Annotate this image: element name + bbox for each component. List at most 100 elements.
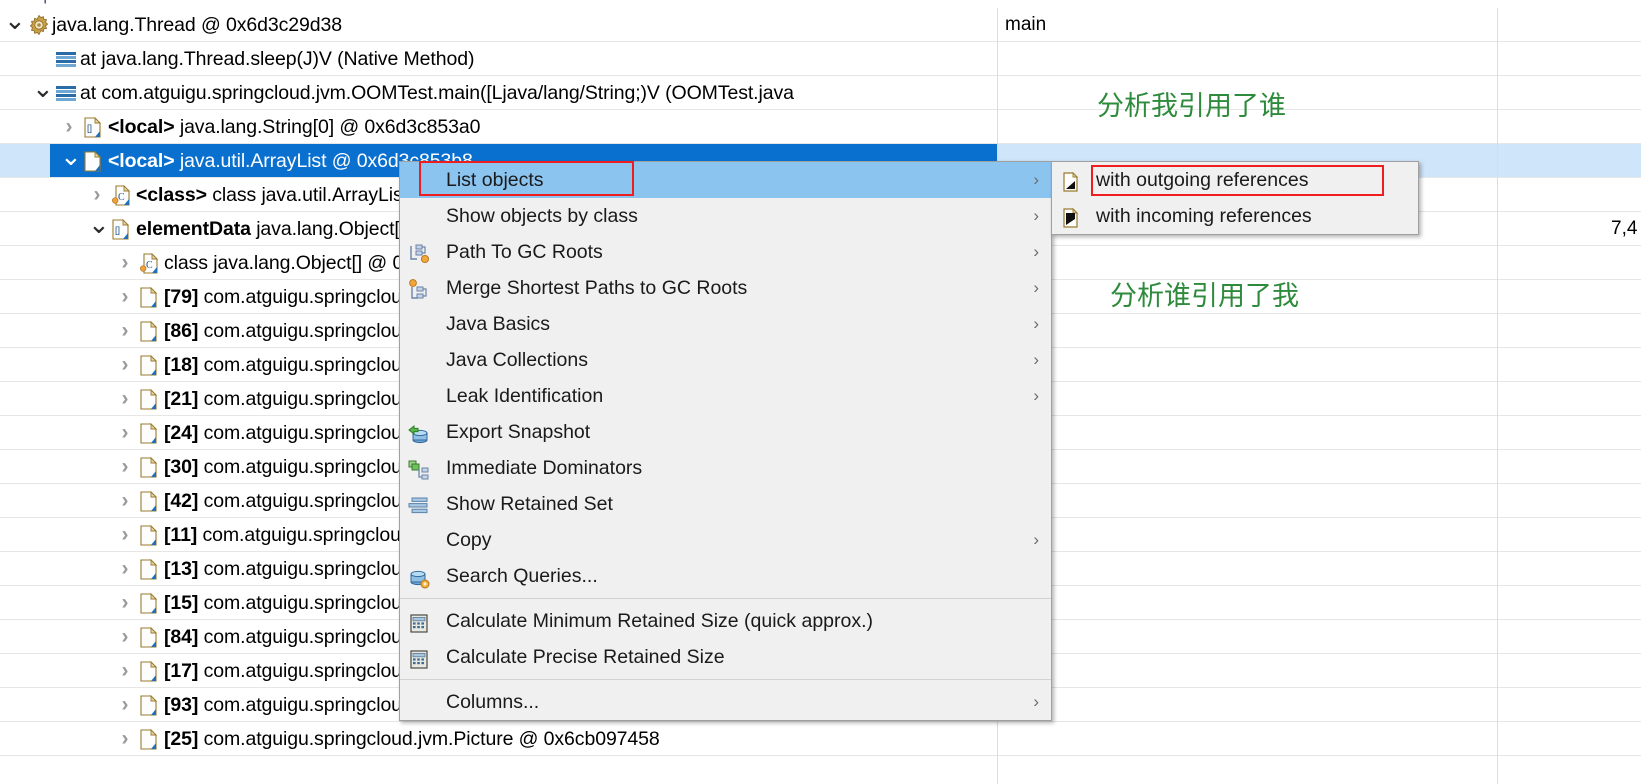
object-icon xyxy=(140,388,158,410)
menu-item-label: Java Collections xyxy=(446,349,588,371)
object-icon xyxy=(140,490,158,512)
chevron-down-icon[interactable]: ⌄ xyxy=(32,76,54,109)
chevron-down-icon[interactable]: ⌄ xyxy=(60,144,82,177)
search-queries-icon xyxy=(408,565,430,589)
chevron-right-icon[interactable]: › xyxy=(116,246,134,279)
chevron-right-icon[interactable]: › xyxy=(116,348,134,381)
chevron-right-icon: › xyxy=(1033,278,1039,297)
menu-item-merge-shortest-paths-to-gc-roots[interactable]: Merge Shortest Paths to GC Roots › xyxy=(400,270,1051,306)
array-object-icon: [] xyxy=(112,218,130,240)
menu-item-label: List objects xyxy=(446,169,544,191)
menu-item-list-objects[interactable]: List objects › xyxy=(400,162,1051,198)
table-row-label: at com.atguigu.springcloud.jvm.OOMTest.m… xyxy=(80,82,794,104)
chevron-right-icon: › xyxy=(1033,206,1039,225)
menu-item-label: Merge Shortest Paths to GC Roots xyxy=(446,277,748,299)
menu-item-label: Copy xyxy=(446,529,492,551)
list-objects-submenu[interactable]: with outgoing references with incoming re… xyxy=(1051,161,1419,235)
menu-item-leak-identification[interactable]: Leak Identification › xyxy=(400,378,1051,414)
object-icon xyxy=(140,354,158,376)
table-row[interactable]: › [] <local> java.lang.String[0] @ 0x6d3c8… xyxy=(0,110,1641,144)
menu-item-label: Leak Identification xyxy=(446,385,604,407)
menu-item-java-collections[interactable]: Java Collections › xyxy=(400,342,1051,378)
object-icon xyxy=(140,320,158,342)
chevron-right-icon[interactable]: › xyxy=(116,620,134,653)
object-icon xyxy=(140,626,158,648)
chevron-right-icon[interactable]: › xyxy=(60,110,78,143)
submenu-item-with-outgoing-references[interactable]: with outgoing references xyxy=(1052,162,1418,198)
object-icon xyxy=(140,660,158,682)
submenu-item-label: with outgoing references xyxy=(1096,169,1309,191)
chevron-right-icon: › xyxy=(1033,170,1039,189)
arrow-into-icon[interactable]: →| xyxy=(26,0,47,3)
chevron-right-icon[interactable]: › xyxy=(116,382,134,415)
table-row-label: at java.lang.Thread.sleep(J)V (Native Me… xyxy=(80,48,475,70)
calculator-icon xyxy=(408,646,430,669)
chevron-right-icon[interactable]: › xyxy=(116,518,134,551)
menu-item-search-queries[interactable]: Search Queries... xyxy=(400,558,1051,594)
annotation-incoming: 分析谁引用了我 xyxy=(1110,281,1299,312)
chevron-right-icon[interactable]: › xyxy=(116,722,134,755)
menu-item-label: Calculate Minimum Retained Size (quick a… xyxy=(446,610,874,632)
incoming-refs-icon xyxy=(1060,205,1082,228)
chevron-right-icon: › xyxy=(1033,530,1039,549)
svg-text:C: C xyxy=(118,192,125,203)
svg-text:[]: [] xyxy=(87,123,92,133)
chevron-right-icon[interactable]: › xyxy=(116,484,134,517)
menu-separator xyxy=(400,598,1051,599)
menu-item-label: Calculate Precise Retained Size xyxy=(446,646,725,668)
chevron-right-icon[interactable]: › xyxy=(116,416,134,449)
menu-item-calculate-precise-retained-size[interactable]: Calculate Precise Retained Size xyxy=(400,639,1051,675)
merge-gc-roots-icon xyxy=(408,277,430,299)
chevron-right-icon[interactable]: › xyxy=(116,586,134,619)
menu-item-label: Java Basics xyxy=(446,313,551,335)
table-row[interactable]: ⌄ at com.atguigu.springcloud.jvm.OOMTest.… xyxy=(0,76,1641,110)
menu-item-label: Search Queries... xyxy=(446,565,598,587)
retained-set-icon xyxy=(408,493,430,515)
column-separator-2[interactable] xyxy=(1497,8,1498,784)
selected-row-left-gutter xyxy=(0,144,50,177)
chevron-right-icon[interactable]: › xyxy=(116,280,134,313)
outgoing-refs-icon xyxy=(1060,169,1082,192)
export-snapshot-icon xyxy=(408,421,430,444)
chevron-down-icon[interactable]: ⌄ xyxy=(88,212,110,245)
calculator-icon xyxy=(408,610,430,633)
context-menu[interactable]: List objects › Show objects by class › Path … xyxy=(399,161,1052,721)
chevron-right-icon[interactable]: › xyxy=(116,688,134,721)
chevron-right-icon[interactable]: › xyxy=(116,450,134,483)
table-row[interactable]: at java.lang.Thread.sleep(J)V (Native Me… xyxy=(0,42,1641,76)
menu-item-path-to-gc-roots[interactable]: Path To GC Roots › xyxy=(400,234,1051,270)
chevron-right-icon[interactable]: › xyxy=(116,552,134,585)
menu-item-export-snapshot[interactable]: Export Snapshot xyxy=(400,414,1051,450)
submenu-item-with-incoming-references[interactable]: with incoming references xyxy=(1052,198,1418,234)
svg-text:C: C xyxy=(146,260,153,271)
table-row-label: java.lang.Thread @ 0x6d3c29d38 xyxy=(52,14,342,36)
chevron-right-icon[interactable]: › xyxy=(116,654,134,687)
chevron-down-icon[interactable]: ⌄ xyxy=(4,8,26,41)
menu-item-columns[interactable]: Columns... › xyxy=(400,684,1051,720)
menu-item-show-retained-set[interactable]: Show Retained Set xyxy=(400,486,1051,522)
menu-item-label: Export Snapshot xyxy=(446,421,591,443)
path-gc-roots-icon xyxy=(408,241,430,264)
table-cell-retained-heap: 7,4 xyxy=(1611,218,1638,239)
class-object-icon: C xyxy=(112,184,131,206)
menu-item-java-basics[interactable]: Java Basics › xyxy=(400,306,1051,342)
chevron-right-icon[interactable]: › xyxy=(88,178,106,211)
stack-frame-icon xyxy=(56,86,76,101)
mat-dominator-tree-screen: →| ↶ ⌄ java.lang.Thread @ 0x6d3c29d38 main… xyxy=(0,0,1641,784)
menu-item-label: Columns... xyxy=(446,691,540,713)
menu-item-show-objects-by-class[interactable]: Show objects by class › xyxy=(400,198,1051,234)
table-row[interactable]: ⌄ java.lang.Thread @ 0x6d3c29d38 main xyxy=(0,8,1641,42)
table-row[interactable]: › [25] com.atguigu.springcloud.jvm.Pictur… xyxy=(0,722,1641,756)
menu-item-immediate-dominators[interactable]: Immediate Dominators xyxy=(400,450,1051,486)
menu-item-copy[interactable]: Copy › xyxy=(400,522,1051,558)
chevron-right-icon: › xyxy=(1033,350,1039,369)
chevron-right-icon: › xyxy=(1033,242,1039,261)
undo-icon[interactable]: ↶ xyxy=(166,0,180,3)
menu-item-label: Show Retained Set xyxy=(446,493,613,515)
menu-item-label: Show objects by class xyxy=(446,205,638,227)
menu-item-calculate-minimum-retained-size-quick-approx[interactable]: Calculate Minimum Retained Size (quick a… xyxy=(400,603,1051,639)
annotation-outgoing: 分析我引用了谁 xyxy=(1097,91,1286,122)
object-icon xyxy=(84,150,102,172)
submenu-item-label: with incoming references xyxy=(1096,205,1312,227)
chevron-right-icon[interactable]: › xyxy=(116,314,134,347)
